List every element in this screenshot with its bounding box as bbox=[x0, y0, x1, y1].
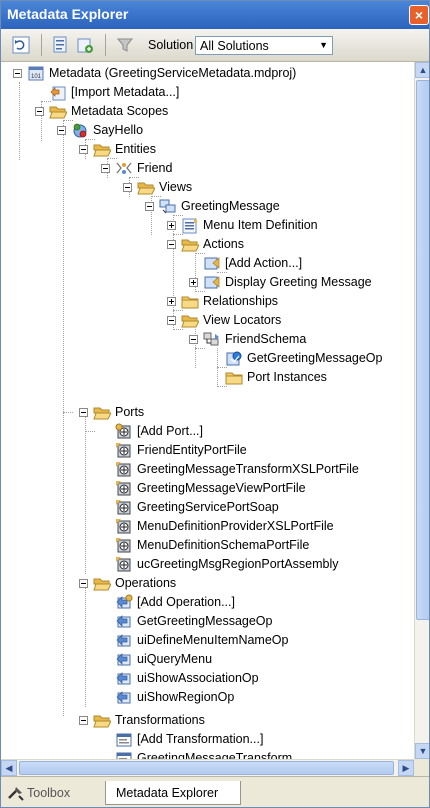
collapse-toggle[interactable] bbox=[79, 716, 88, 725]
expand-toggle[interactable] bbox=[167, 297, 176, 306]
open-folder-icon bbox=[181, 312, 199, 329]
collapse-toggle[interactable] bbox=[101, 164, 110, 173]
refresh-icon[interactable] bbox=[11, 35, 31, 55]
open-folder-icon bbox=[93, 141, 111, 158]
port-icon bbox=[115, 423, 133, 440]
collapse-toggle[interactable] bbox=[167, 316, 176, 325]
open-folder-icon bbox=[137, 179, 155, 196]
collapse-toggle[interactable] bbox=[35, 107, 44, 116]
open-folder-icon bbox=[93, 575, 111, 592]
toolbar-separator bbox=[41, 34, 42, 56]
vertical-scrollbar[interactable]: ▲ ▼ bbox=[414, 62, 429, 759]
properties-icon[interactable] bbox=[51, 35, 71, 55]
horizontal-scroll-thumb[interactable] bbox=[19, 761, 394, 775]
collapse-toggle[interactable] bbox=[167, 240, 176, 249]
operation-icon bbox=[115, 632, 133, 649]
collapse-toggle[interactable] bbox=[189, 335, 198, 344]
window-title: Metadata Explorer bbox=[7, 6, 129, 22]
action-icon bbox=[203, 274, 221, 291]
close-button[interactable]: × bbox=[409, 5, 429, 25]
tab-toolbox[interactable]: Toolbox bbox=[3, 781, 103, 805]
scroll-down-button[interactable]: ▼ bbox=[415, 743, 429, 759]
collapse-toggle[interactable] bbox=[57, 126, 66, 135]
filter-icon[interactable] bbox=[115, 35, 135, 55]
view-icon bbox=[159, 198, 177, 215]
collapse-toggle[interactable] bbox=[79, 145, 88, 154]
locator-icon bbox=[225, 350, 243, 367]
toolbar: Solution All Solutions ▼ bbox=[1, 29, 429, 62]
scope-icon bbox=[71, 122, 89, 139]
collapse-toggle[interactable] bbox=[145, 202, 154, 211]
menu-definition-icon bbox=[181, 217, 199, 234]
open-folder-icon bbox=[49, 103, 67, 120]
port-icon bbox=[115, 518, 133, 535]
project-icon bbox=[27, 65, 45, 82]
open-folder-icon bbox=[93, 712, 111, 729]
folder-icon bbox=[181, 293, 199, 310]
collapse-toggle[interactable] bbox=[123, 183, 132, 192]
operation-icon bbox=[115, 594, 133, 611]
action-icon bbox=[203, 255, 221, 272]
port-icon bbox=[115, 537, 133, 554]
chevron-down-icon: ▼ bbox=[319, 40, 328, 50]
solution-dropdown-value: All Solutions bbox=[200, 39, 269, 53]
add-item-icon[interactable] bbox=[75, 35, 95, 55]
horizontal-scrollbar[interactable]: ◀ ▶ bbox=[1, 759, 414, 776]
tab-toolbox-label: Toolbox bbox=[27, 786, 71, 800]
operation-icon bbox=[115, 651, 133, 668]
expand-toggle[interactable] bbox=[189, 278, 198, 287]
tab-metadata-explorer[interactable]: Metadata Explorer bbox=[105, 781, 241, 805]
scroll-left-button[interactable]: ◀ bbox=[1, 760, 17, 776]
port-icon bbox=[115, 442, 133, 459]
metadata-tree[interactable]: Metadata (GreetingServiceMetadata.mdproj… bbox=[1, 62, 414, 759]
port-icon bbox=[115, 461, 133, 478]
toolbox-icon bbox=[7, 784, 25, 802]
operation-icon bbox=[115, 613, 133, 630]
scroll-up-button[interactable]: ▲ bbox=[415, 62, 429, 78]
scrollbar-corner bbox=[414, 759, 429, 776]
port-icon bbox=[115, 556, 133, 573]
tab-metadata-explorer-label: Metadata Explorer bbox=[116, 786, 219, 800]
schema-icon bbox=[203, 331, 221, 348]
operation-icon bbox=[115, 670, 133, 687]
vertical-scroll-thumb[interactable] bbox=[416, 80, 429, 620]
metadata-explorer-window: Metadata Explorer × Solution All Solutio… bbox=[0, 0, 430, 808]
entity-icon bbox=[115, 160, 133, 177]
transform-icon bbox=[115, 731, 133, 748]
import-icon bbox=[49, 84, 67, 101]
collapse-toggle[interactable] bbox=[13, 69, 22, 78]
folder-icon bbox=[225, 369, 243, 386]
port-icon bbox=[115, 480, 133, 497]
open-folder-icon bbox=[93, 404, 111, 421]
expand-toggle[interactable] bbox=[167, 221, 176, 230]
solution-label: Solution bbox=[148, 38, 194, 52]
title-bar[interactable]: Metadata Explorer × bbox=[1, 1, 429, 29]
toolbar-separator bbox=[105, 34, 106, 56]
bottom-tab-strip: Toolbox Metadata Explorer bbox=[1, 776, 429, 807]
collapse-toggle[interactable] bbox=[79, 579, 88, 588]
transform-icon bbox=[115, 750, 133, 759]
open-folder-icon bbox=[181, 236, 199, 253]
scroll-right-button[interactable]: ▶ bbox=[398, 760, 414, 776]
solution-dropdown[interactable]: All Solutions ▼ bbox=[195, 36, 333, 55]
operation-icon bbox=[115, 689, 133, 706]
collapse-toggle[interactable] bbox=[79, 408, 88, 417]
port-icon bbox=[115, 499, 133, 516]
